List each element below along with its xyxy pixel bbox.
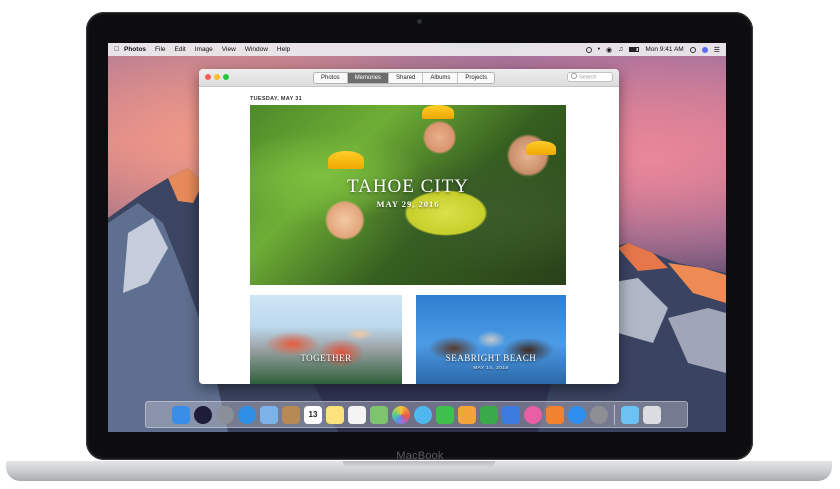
menu-help[interactable]: Help (277, 46, 290, 53)
facetime-icon[interactable] (436, 405, 454, 424)
memory-card-featured[interactable]: TAHOE CITY MAY 29, 2016 (250, 105, 566, 285)
search-placeholder: Search (579, 74, 597, 81)
notification-center-icon[interactable]: ☰ (714, 46, 720, 54)
finder-icon[interactable] (172, 405, 190, 424)
itunes-icon[interactable] (524, 405, 542, 424)
messages-icon[interactable] (414, 405, 432, 424)
memory-date: MAY 29, 2016 (376, 199, 440, 209)
memories-date-header: TUESDAY, MAY 31 (250, 96, 302, 102)
pages-icon[interactable] (458, 405, 476, 424)
memory-card-seabright[interactable]: SEABRIGHT BEACH MAY 14, 2016 (416, 295, 566, 384)
calendar-icon[interactable]: 13 (304, 405, 322, 424)
contacts-icon[interactable] (282, 405, 300, 424)
helmet-shape (526, 141, 556, 155)
fullscreen-window-button[interactable] (223, 74, 229, 80)
tab-albums[interactable]: Albums (423, 73, 459, 83)
time-machine-icon[interactable] (585, 46, 592, 53)
folder-icon[interactable] (621, 405, 639, 424)
bluetooth-icon[interactable]: • (598, 46, 600, 53)
siri-menu-icon[interactable] (701, 46, 708, 53)
maps-icon[interactable] (370, 405, 388, 424)
macbook-label: MacBook (396, 450, 444, 462)
menu-extras: • ◉ ♫ Mon 9:41 AM ☰ (585, 43, 720, 56)
memory-card-together[interactable]: TOGETHER (250, 295, 402, 384)
menu-edit[interactable]: Edit (175, 46, 186, 53)
camera-icon (417, 19, 422, 24)
macbook-opening-notch (343, 461, 495, 468)
minimize-window-button[interactable] (214, 74, 220, 80)
mail-icon[interactable] (260, 405, 278, 424)
menu-image[interactable]: Image (195, 46, 213, 53)
apple-menu-icon[interactable]:  (114, 46, 124, 53)
helmet-shape (422, 105, 454, 119)
launchpad-icon[interactable] (216, 405, 234, 424)
photos-window: Photos Memories Shared Albums Projects S… (199, 69, 619, 384)
search-field[interactable]: Search (567, 72, 613, 82)
helmet-shape (328, 151, 364, 169)
reminders-icon[interactable] (348, 405, 366, 424)
dock: 13 (145, 401, 688, 428)
ibooks-icon[interactable] (546, 405, 564, 424)
photos-icon[interactable] (392, 405, 410, 424)
spotlight-icon[interactable] (689, 46, 696, 53)
menu-bar:  Photos File Edit Image View Window Hel… (108, 43, 726, 56)
trash-icon[interactable] (643, 405, 661, 424)
safari-icon[interactable] (238, 405, 256, 424)
desktop-screen:  Photos File Edit Image View Window Hel… (108, 43, 726, 432)
tab-shared[interactable]: Shared (389, 73, 424, 83)
search-icon (571, 73, 577, 79)
menu-app-photos[interactable]: Photos (124, 46, 146, 53)
battery-icon[interactable] (629, 47, 640, 52)
wifi-icon[interactable]: ◉ (606, 46, 612, 54)
keynote-icon[interactable] (502, 405, 520, 424)
memory-title: TAHOE CITY (347, 176, 469, 197)
app-store-icon[interactable] (568, 405, 586, 424)
menu-clock[interactable]: Mon 9:41 AM (645, 46, 683, 53)
numbers-icon[interactable] (480, 405, 498, 424)
volume-icon[interactable]: ♫ (618, 46, 623, 53)
menu-window[interactable]: Window (245, 46, 268, 53)
window-toolbar: Photos Memories Shared Albums Projects S… (199, 69, 619, 87)
memory-title: SEABRIGHT BEACH (445, 353, 537, 363)
view-tabs: Photos Memories Shared Albums Projects (313, 72, 496, 84)
close-window-button[interactable] (205, 74, 211, 80)
notes-icon[interactable] (326, 405, 344, 424)
tab-memories[interactable]: Memories (347, 73, 390, 83)
memory-title: TOGETHER (300, 353, 352, 363)
tab-photos[interactable]: Photos (314, 73, 348, 83)
memory-date: MAY 14, 2016 (473, 365, 509, 370)
menu-view[interactable]: View (222, 46, 236, 53)
menu-file[interactable]: File (155, 46, 165, 53)
tab-projects[interactable]: Projects (458, 73, 494, 83)
dock-separator (614, 404, 615, 425)
system-preferences-icon[interactable] (590, 405, 608, 424)
siri-icon[interactable] (194, 405, 212, 424)
